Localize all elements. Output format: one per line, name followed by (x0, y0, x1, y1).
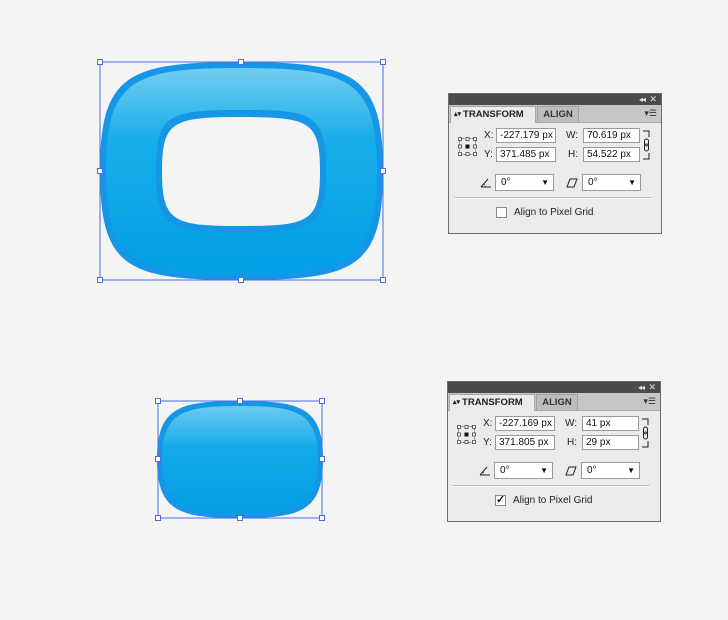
w-field[interactable]: 70.619 px (583, 128, 640, 143)
panel-menu-icon[interactable]: ▾☰ (643, 396, 656, 406)
pill-shape[interactable] (157, 401, 323, 518)
tab-align[interactable]: ALIGN (536, 394, 578, 410)
panel-divider (454, 197, 651, 199)
collapse-icon[interactable]: ◂◂ (638, 382, 645, 393)
x-label: X: (483, 418, 493, 429)
rotate-dropdown[interactable]: 0° ▼ (495, 174, 554, 191)
constrain-proportions-link-icon[interactable] (642, 130, 651, 160)
panel-tab-bar: ▴▾ TRANSFORM ALIGN ▾☰ (448, 393, 660, 411)
h-label: H: (568, 149, 578, 160)
shear-icon (566, 178, 578, 188)
chevron-down-icon: ▼ (541, 178, 549, 187)
close-icon[interactable]: ✕ (648, 382, 656, 393)
rotate-angle-icon (479, 466, 490, 476)
align-pixel-grid-checkbox[interactable]: ✓ (495, 495, 506, 506)
shear-value: 0° (587, 465, 597, 476)
panel-title-bar[interactable]: ◂◂ ✕ (449, 94, 661, 105)
tab-align[interactable]: ALIGN (537, 106, 579, 122)
x-field[interactable]: -227.169 px (495, 416, 555, 431)
chevron-down-icon: ▼ (628, 178, 636, 187)
tab-align-label: ALIGN (542, 397, 572, 408)
y-field[interactable]: 371.805 px (495, 435, 555, 450)
close-icon[interactable]: ✕ (649, 94, 657, 105)
transform-panel-2: ◂◂ ✕ ▴▾ TRANSFORM ALIGN ▾☰ X: -227.169 px… (447, 381, 661, 522)
panel-divider (453, 485, 650, 487)
collapse-icon[interactable]: ◂◂ (639, 94, 646, 105)
w-label: W: (566, 130, 579, 141)
shear-value: 0° (588, 177, 598, 188)
reference-point-icon[interactable] (458, 137, 477, 156)
align-pixel-grid-label: Align to Pixel Grid (513, 495, 593, 506)
rotate-value: 0° (500, 465, 510, 476)
shear-dropdown[interactable]: 0° ▼ (582, 174, 641, 191)
w-field[interactable]: 41 px (582, 416, 639, 431)
tab-arrows-icon: ▴▾ (453, 399, 461, 406)
x-label: X: (484, 130, 494, 141)
align-pixel-grid-label: Align to Pixel Grid (514, 207, 594, 218)
h-label: H: (567, 437, 577, 448)
transform-panel-1: ◂◂ ✕ ▴▾ TRANSFORM ALIGN ▾☰ X: -227.179 px… (448, 93, 662, 234)
constrain-proportions-link-icon[interactable] (641, 418, 650, 448)
w-label: W: (565, 418, 578, 429)
tab-arrows-icon: ▴▾ (454, 111, 462, 118)
panel-tab-bar: ▴▾ TRANSFORM ALIGN ▾☰ (449, 105, 661, 123)
h-field[interactable]: 54.522 px (583, 147, 640, 162)
tab-transform-label: TRANSFORM (463, 109, 524, 120)
shear-dropdown[interactable]: 0° ▼ (581, 462, 640, 479)
y-field[interactable]: 371.485 px (496, 147, 556, 162)
chevron-down-icon: ▼ (627, 466, 635, 475)
align-pixel-grid-checkbox[interactable] (496, 207, 507, 218)
tab-transform[interactable]: ▴▾ TRANSFORM (449, 394, 535, 411)
tab-transform-label: TRANSFORM (462, 397, 523, 408)
y-label: Y: (484, 149, 493, 160)
rotate-dropdown[interactable]: 0° ▼ (494, 462, 553, 479)
y-label: Y: (483, 437, 492, 448)
panel-title-bar[interactable]: ◂◂ ✕ (448, 382, 660, 393)
tab-align-label: ALIGN (543, 109, 573, 120)
chevron-down-icon: ▼ (540, 466, 548, 475)
panel-menu-icon[interactable]: ▾☰ (644, 108, 657, 118)
checkmark-icon: ✓ (496, 494, 506, 506)
rotate-value: 0° (501, 177, 511, 188)
reference-point-icon[interactable] (457, 425, 476, 444)
rotate-angle-icon (480, 178, 491, 188)
x-field[interactable]: -227.179 px (496, 128, 556, 143)
h-field[interactable]: 29 px (582, 435, 639, 450)
shear-icon (565, 466, 577, 476)
tab-transform[interactable]: ▴▾ TRANSFORM (450, 106, 536, 123)
ring-shape[interactable] (100, 62, 383, 280)
